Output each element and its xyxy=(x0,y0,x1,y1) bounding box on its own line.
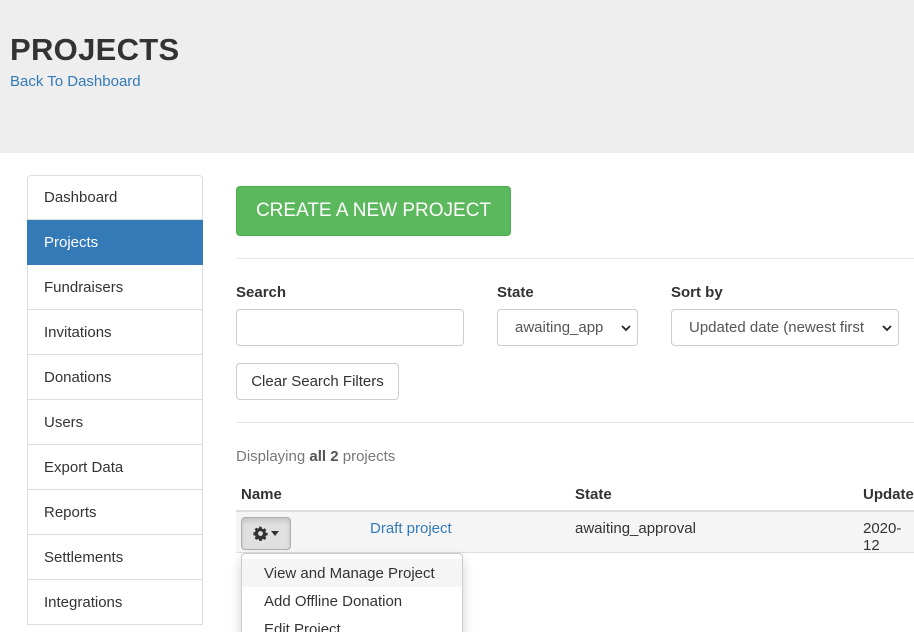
search-input[interactable] xyxy=(236,309,464,346)
sort-label: Sort by xyxy=(671,284,723,301)
page-header: PROJECTS Back To Dashboard xyxy=(0,0,914,153)
column-header-state[interactable]: State xyxy=(575,486,612,503)
caret-down-icon xyxy=(271,531,279,536)
menu-item-view-manage-project[interactable]: View and Manage Project xyxy=(242,559,462,587)
sidebar-item-invitations[interactable]: Invitations xyxy=(27,310,203,355)
project-state: awaiting_approval xyxy=(575,520,696,537)
row-actions-button[interactable] xyxy=(241,517,291,550)
sidebar-item-settlements[interactable]: Settlements xyxy=(27,535,203,580)
state-label: State xyxy=(497,284,534,301)
state-select[interactable]: awaiting_app xyxy=(497,309,638,346)
divider xyxy=(236,422,914,423)
gear-icon xyxy=(253,526,268,541)
back-to-dashboard-link[interactable]: Back To Dashboard xyxy=(10,73,141,90)
results-summary: Displaying all 2 projects xyxy=(236,448,395,465)
results-count: all 2 xyxy=(309,448,339,465)
sidebar-item-donations[interactable]: Donations xyxy=(27,355,203,400)
menu-item-edit-project[interactable]: Edit Project xyxy=(242,615,462,632)
sidebar: Dashboard Projects Fundraisers Invitatio… xyxy=(27,175,203,625)
project-updated-date: 2020-12 xyxy=(863,520,902,554)
sort-select[interactable]: Updated date (newest first xyxy=(671,309,899,346)
column-header-updated[interactable]: Update xyxy=(863,486,914,503)
create-project-button[interactable]: CREATE A NEW PROJECT xyxy=(236,186,511,236)
chevron-down-icon xyxy=(876,321,898,335)
sidebar-item-reports[interactable]: Reports xyxy=(27,490,203,535)
search-label: Search xyxy=(236,284,287,301)
sidebar-item-integrations[interactable]: Integrations xyxy=(27,580,203,625)
sidebar-item-users[interactable]: Users xyxy=(27,400,203,445)
results-summary-prefix: Displaying xyxy=(236,448,306,465)
results-summary-suffix: projects xyxy=(342,448,396,465)
divider xyxy=(236,258,914,259)
sidebar-item-dashboard[interactable]: Dashboard xyxy=(27,175,203,220)
page-title: PROJECTS xyxy=(10,32,180,67)
project-name-link[interactable]: Draft project xyxy=(370,520,452,537)
column-header-name[interactable]: Name xyxy=(241,486,282,503)
chevron-down-icon xyxy=(615,321,637,335)
clear-search-filters-button[interactable]: Clear Search Filters xyxy=(236,363,399,400)
state-select-value: awaiting_app xyxy=(515,319,604,336)
sidebar-item-projects[interactable]: Projects xyxy=(27,220,203,265)
row-actions-menu: View and Manage Project Add Offline Dona… xyxy=(241,553,463,632)
menu-item-add-offline-donation[interactable]: Add Offline Donation xyxy=(242,587,462,615)
sidebar-item-export-data[interactable]: Export Data xyxy=(27,445,203,490)
sort-select-value: Updated date (newest first xyxy=(689,319,865,336)
sidebar-item-fundraisers[interactable]: Fundraisers xyxy=(27,265,203,310)
